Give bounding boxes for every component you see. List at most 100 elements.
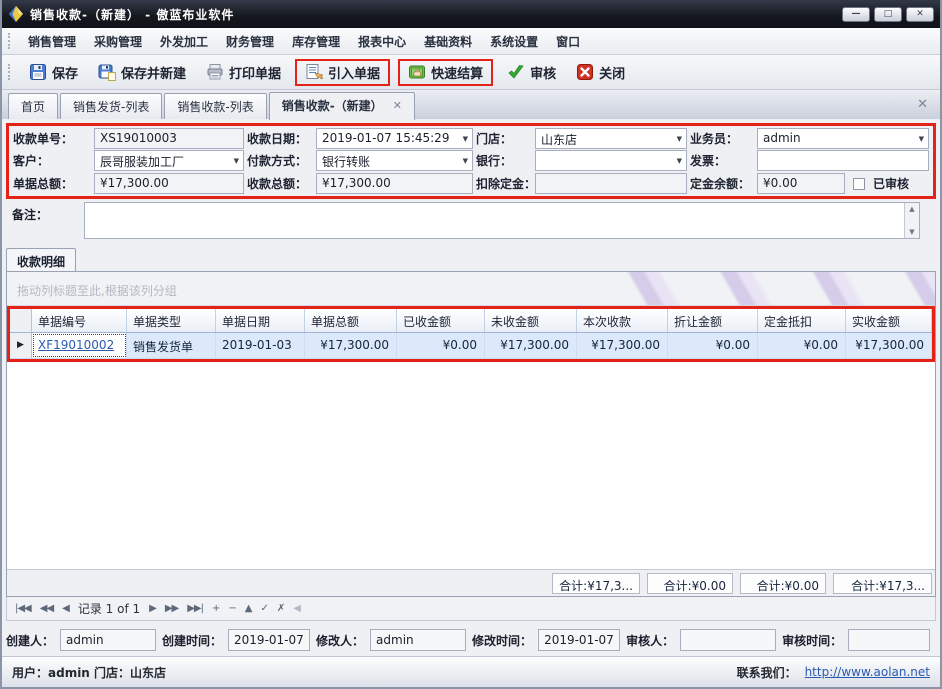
pay-method-select[interactable]: 银行转账▼ <box>316 150 473 171</box>
cell-discount[interactable]: ¥0.00 <box>668 333 758 358</box>
tab-sales-delivery-list[interactable]: 销售发货-列表 <box>60 93 162 119</box>
col-header-doc-total[interactable]: 单据总额 <box>305 309 397 332</box>
tabstrip-close-icon[interactable]: ✕ <box>917 97 928 112</box>
nav-edit-icon[interactable]: ▲ <box>245 603 252 614</box>
menu-settings[interactable]: 系统设置 <box>481 30 547 53</box>
tab-receipt-detail[interactable]: 收款明细 <box>6 248 76 271</box>
cell-doc-date: 2019-01-03 <box>216 333 305 358</box>
nav-delete-icon[interactable]: − <box>228 603 235 614</box>
modifier-label: 修改人： <box>316 632 364 649</box>
save-icon <box>29 63 47 81</box>
toolbar-drag-grip[interactable] <box>8 64 13 80</box>
cell-this-receipt[interactable]: ¥17,300.00 <box>577 333 668 358</box>
doc-no-link[interactable]: XF19010002 <box>38 338 114 352</box>
nav-next-page-icon[interactable]: ▶▶ <box>165 603 178 614</box>
col-header-actual-received[interactable]: 实收金额 <box>846 309 932 332</box>
col-header-unreceived[interactable]: 未收金额 <box>485 309 577 332</box>
nav-first-icon[interactable]: |◀◀ <box>15 603 31 614</box>
scroll-down-icon[interactable]: ▼ <box>909 228 914 236</box>
menu-purchase[interactable]: 采购管理 <box>85 30 151 53</box>
menu-outsourcing[interactable]: 外发加工 <box>151 30 217 53</box>
nav-scroll-left-icon[interactable]: ◀ <box>293 603 300 614</box>
import-documents-button[interactable]: 引入单据 <box>295 59 390 86</box>
close-document-button[interactable]: 关闭 <box>566 59 635 86</box>
chevron-down-icon[interactable]: ▼ <box>463 157 468 165</box>
col-header-doc-no[interactable]: 单据编号 <box>32 309 127 332</box>
auditor-label: 审核人： <box>626 632 674 649</box>
remark-spacer <box>920 202 936 239</box>
col-header-doc-date[interactable]: 单据日期 <box>216 309 305 332</box>
col-header-deposit-offset[interactable]: 定金抵扣 <box>758 309 846 332</box>
receipt-total-label: 收款总额： <box>247 175 313 192</box>
nav-last-icon[interactable]: ▶▶| <box>187 603 203 614</box>
tab-sales-receipt-new[interactable]: 销售收款-（新建） ✕ <box>269 92 415 120</box>
nav-prev-icon[interactable]: ◀ <box>62 603 69 614</box>
salesman-select[interactable]: admin▼ <box>757 128 929 149</box>
maximize-button[interactable]: □ <box>874 7 902 22</box>
salesman-label: 业务员： <box>690 130 754 147</box>
cell-deposit-offset[interactable]: ¥0.00 <box>758 333 846 358</box>
remark-box: ▲ ▼ <box>84 202 920 239</box>
close-button[interactable]: ✕ <box>906 7 934 22</box>
tab-close-icon[interactable]: ✕ <box>393 99 402 112</box>
cell-actual-received: ¥17,300.00 <box>846 333 932 358</box>
remark-label: 备注： <box>6 202 84 239</box>
customer-select[interactable]: 辰哥服装加工厂▼ <box>94 150 244 171</box>
col-header-discount[interactable]: 折让金额 <box>668 309 758 332</box>
receipt-no-field: XS19010003 <box>94 128 244 149</box>
menu-drag-grip[interactable] <box>8 33 13 49</box>
quick-settle-button[interactable]: 快速结算 <box>398 59 493 86</box>
print-button[interactable]: 打印单据 <box>196 59 291 86</box>
grid-header-row: 单据编号 单据类型 单据日期 单据总额 已收金额 未收金额 本次收款 折让金额 … <box>10 309 932 333</box>
audit-button[interactable]: 审核 <box>497 59 566 86</box>
website-link[interactable]: http://www.aolan.net <box>805 665 930 679</box>
contact-area: 联系我们： http://www.aolan.net <box>737 664 930 681</box>
contact-label: 联系我们： <box>737 664 797 681</box>
col-header-received[interactable]: 已收金额 <box>397 309 485 332</box>
audit-label: 审核 <box>530 63 556 82</box>
menu-sales[interactable]: 销售管理 <box>19 30 85 53</box>
nav-next-icon[interactable]: ▶ <box>149 603 156 614</box>
chevron-down-icon[interactable]: ▼ <box>234 157 239 165</box>
menu-reports[interactable]: 报表中心 <box>349 30 415 53</box>
form-row-2: 客户： 辰哥服装加工厂▼ 付款方式： 银行转账▼ 银行： ▼ 发票： <box>13 150 929 172</box>
save-label: 保存 <box>52 63 78 82</box>
menu-basedata[interactable]: 基础资料 <box>415 30 481 53</box>
chevron-down-icon[interactable]: ▼ <box>677 157 682 165</box>
remark-textarea[interactable] <box>85 203 904 238</box>
deposit-balance-group: ¥0.00 已审核 <box>757 173 929 194</box>
store-select[interactable]: 山东店▼ <box>535 128 687 149</box>
scroll-up-icon[interactable]: ▲ <box>909 205 914 213</box>
menu-finance[interactable]: 财务管理 <box>217 30 283 53</box>
tab-home[interactable]: 首页 <box>8 93 58 119</box>
audited-checkbox[interactable] <box>853 178 865 190</box>
nav-cancel-icon[interactable]: ✗ <box>277 603 284 614</box>
document-tab-strip: 首页 销售发货-列表 销售收款-列表 销售收款-（新建） ✕ ✕ <box>2 90 940 119</box>
nav-append-icon[interactable]: + <box>212 603 219 614</box>
chevron-down-icon[interactable]: ▼ <box>919 135 924 143</box>
receipt-date-picker[interactable]: 2019-01-07 15:45:29▼ <box>316 128 473 149</box>
tab-sales-receipt-list[interactable]: 销售收款-列表 <box>164 93 266 119</box>
group-by-panel[interactable]: 拖动列标题至此,根据该列分组 <box>7 272 935 306</box>
minimize-button[interactable]: — <box>842 7 870 22</box>
bank-select[interactable]: ▼ <box>535 150 687 171</box>
col-header-doc-type[interactable]: 单据类型 <box>127 309 216 332</box>
creator-label: 创建人： <box>6 632 54 649</box>
invoice-input[interactable] <box>757 150 929 171</box>
remark-row: 备注： ▲ ▼ <box>6 202 936 239</box>
audited-checkbox-label: 已审核 <box>873 175 909 192</box>
nav-endedit-icon[interactable]: ✓ <box>260 603 267 614</box>
toolbar: 保存 保存并新建 打印单据 引入单据 <box>2 55 940 90</box>
cell-doc-no[interactable]: XF19010002 <box>32 333 127 358</box>
col-header-this-receipt[interactable]: 本次收款 <box>577 309 668 332</box>
table-row[interactable]: ▶ XF19010002 销售发货单 2019-01-03 ¥17,300.00… <box>10 333 932 359</box>
chevron-down-icon[interactable]: ▼ <box>677 135 682 143</box>
menu-window[interactable]: 窗口 <box>547 30 589 53</box>
deposit-balance-field: ¥0.00 <box>757 173 845 194</box>
save-button[interactable]: 保存 <box>19 59 88 86</box>
save-and-new-button[interactable]: 保存并新建 <box>88 59 196 86</box>
remark-scrollbar[interactable]: ▲ ▼ <box>904 203 919 238</box>
menu-inventory[interactable]: 库存管理 <box>283 30 349 53</box>
nav-prev-page-icon[interactable]: ◀◀ <box>40 603 53 614</box>
chevron-down-icon[interactable]: ▼ <box>463 135 468 143</box>
